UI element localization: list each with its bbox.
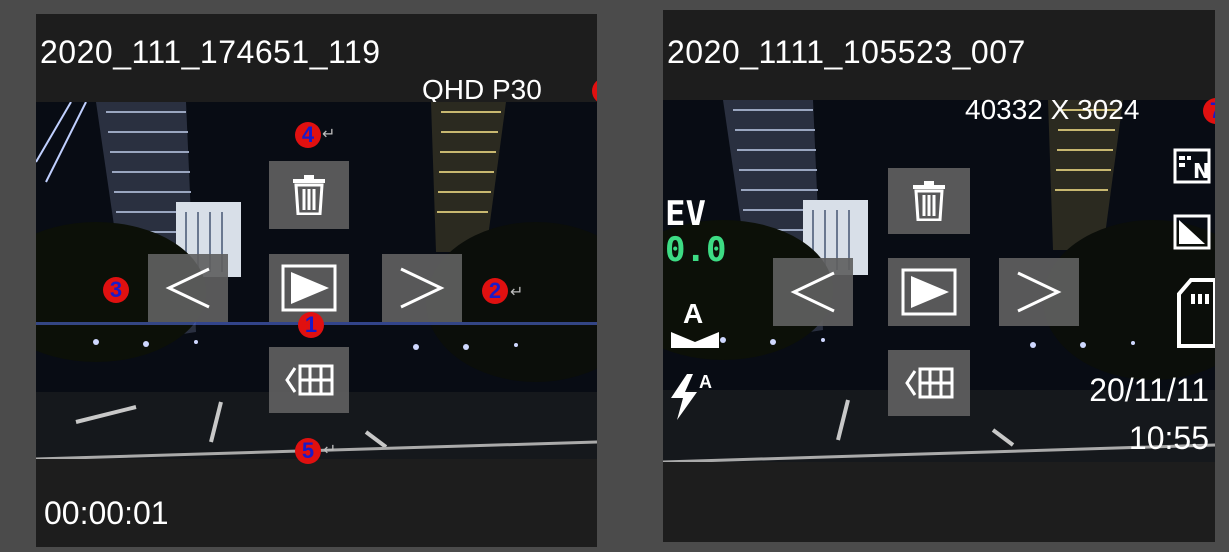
delete-button[interactable] bbox=[888, 168, 970, 234]
play-button[interactable] bbox=[888, 258, 970, 326]
capture-time: 10:55 bbox=[1128, 420, 1209, 456]
marker-4: 4 bbox=[295, 122, 321, 148]
return-mark: ↵ bbox=[322, 126, 336, 143]
trash-icon bbox=[913, 181, 945, 221]
back-icon bbox=[285, 364, 334, 396]
top-info-bar: 2020_111_174651_119 QHD P30 6 bbox=[36, 14, 597, 105]
bottom-bar: 00:00:01 bbox=[36, 459, 597, 547]
next-button[interactable] bbox=[999, 258, 1079, 326]
trash-icon bbox=[293, 175, 325, 215]
previous-button[interactable] bbox=[773, 258, 853, 326]
ev-label: EV bbox=[665, 194, 706, 234]
marker-2: 2 bbox=[482, 278, 508, 304]
flash-mode: A bbox=[699, 372, 712, 392]
marker-6: 6 bbox=[592, 78, 597, 104]
bottom-bar bbox=[663, 462, 1215, 542]
image-quality-icon bbox=[1173, 212, 1213, 252]
sd-card-icon bbox=[1177, 278, 1215, 350]
next-button[interactable] bbox=[382, 254, 462, 322]
right-panel: 2020_1111_105523_007 40332 X 3024 7 bbox=[630, 0, 1229, 552]
ev-value: 0.0 bbox=[665, 230, 727, 270]
video-playback-screen: 2020_111_174651_119 QHD P30 6 bbox=[36, 14, 597, 547]
marker-1: 1 bbox=[298, 312, 324, 338]
photo-playback-screen: 2020_1111_105523_007 40332 X 3024 7 bbox=[663, 10, 1215, 542]
night-mode-icon: N bbox=[1173, 146, 1213, 186]
white-balance-mode: A bbox=[683, 298, 704, 329]
top-info-bar: 2020_1111_105523_007 40332 X 3024 7 bbox=[663, 10, 1215, 125]
delete-button[interactable] bbox=[269, 161, 349, 229]
chevron-right-icon bbox=[400, 267, 445, 309]
elapsed-time: 00:00:01 bbox=[44, 495, 169, 531]
play-icon bbox=[281, 264, 337, 312]
chevron-left-icon bbox=[790, 271, 835, 313]
svg-text:N: N bbox=[1193, 159, 1210, 183]
photo-resolution: 40332 X 3024 bbox=[965, 94, 1140, 125]
return-mark: ↵ bbox=[510, 284, 524, 301]
previous-button[interactable] bbox=[148, 254, 228, 322]
chevron-right-icon bbox=[1017, 271, 1062, 313]
marker-5: 5 bbox=[295, 438, 321, 464]
file-name: 2020_111_174651_119 bbox=[40, 34, 381, 70]
file-name: 2020_1111_105523_007 bbox=[667, 34, 1026, 70]
left-panel: 2020_111_174651_119 QHD P30 6 bbox=[0, 0, 630, 552]
back-button[interactable] bbox=[888, 350, 970, 416]
back-icon bbox=[905, 367, 954, 399]
chevron-left-icon bbox=[165, 267, 210, 309]
flash-icon: A bbox=[669, 372, 723, 424]
capture-date: 20/11/11 bbox=[1089, 372, 1209, 408]
return-mark: ↵ bbox=[323, 442, 337, 459]
back-button[interactable] bbox=[269, 347, 349, 413]
white-balance-icon: A bbox=[667, 298, 723, 350]
marker-3: 3 bbox=[103, 277, 129, 303]
play-icon bbox=[901, 268, 957, 316]
